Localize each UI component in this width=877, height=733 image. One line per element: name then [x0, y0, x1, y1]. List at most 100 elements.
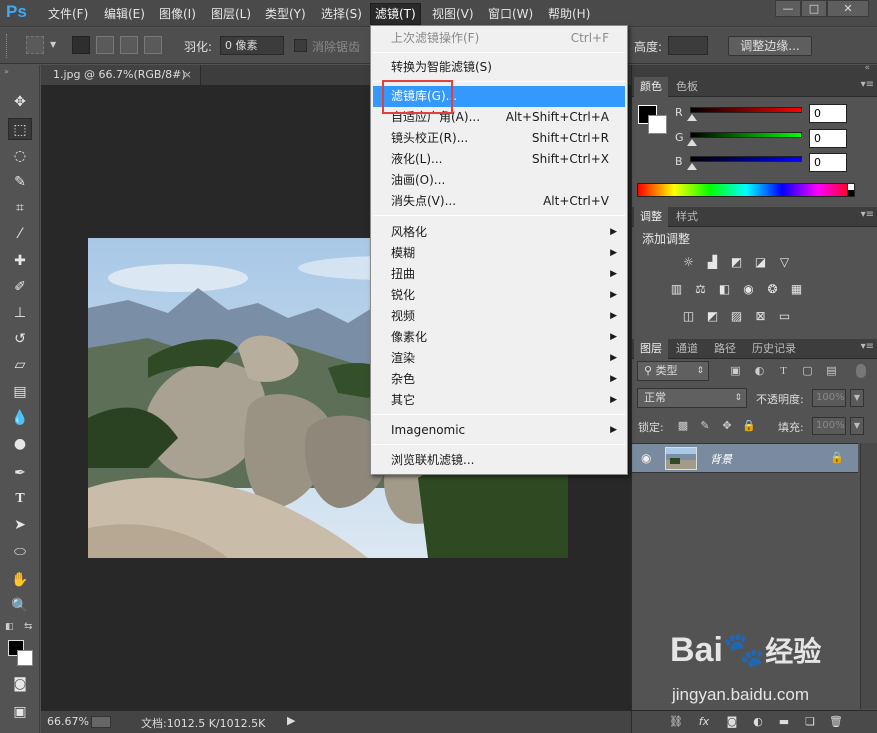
curves-icon[interactable]: ◩ — [728, 255, 745, 270]
blend-mode-select[interactable]: 正常 ⇕ — [637, 388, 747, 408]
black-white-icon[interactable]: ◧ — [716, 282, 733, 297]
quick-mask-icon[interactable]: ◙ — [8, 673, 32, 695]
menu-item-last-filter[interactable]: 上次滤镜操作(F) Ctrl+F — [373, 28, 625, 49]
tab-paths[interactable]: 路径 — [708, 339, 742, 359]
tab-swatches[interactable]: 色板 — [670, 77, 704, 97]
levels-icon[interactable]: ▟ — [704, 255, 721, 270]
dodge-tool-icon[interactable]: ● — [8, 433, 32, 455]
filter-shape-icon[interactable]: ▢ — [800, 364, 815, 378]
menu-image[interactable]: 图像(I) — [155, 5, 200, 23]
green-slider-thumb[interactable] — [687, 139, 697, 146]
tab-layers[interactable]: 图层 — [634, 339, 668, 359]
menu-item-video[interactable]: 视频 ▶ — [373, 306, 625, 327]
tab-styles[interactable]: 样式 — [670, 207, 704, 227]
menu-item-other[interactable]: 其它 ▶ — [373, 390, 625, 411]
eraser-tool-icon[interactable]: ▱ — [8, 354, 32, 376]
color-lookup-icon[interactable]: ▦ — [788, 282, 805, 297]
filter-toggle[interactable] — [856, 364, 866, 378]
filter-smart-icon[interactable]: ▤ — [824, 364, 839, 378]
gradient-tool-icon[interactable]: ▤ — [8, 381, 32, 403]
gradient-map-icon[interactable]: ▭ — [776, 309, 793, 324]
menu-item-sharpen[interactable]: 锐化 ▶ — [373, 285, 625, 306]
document-tab[interactable]: 1.jpg @ 66.7%(RGB/8#) × — [41, 65, 201, 85]
red-value[interactable]: 0 — [809, 104, 847, 123]
subtract-selection-icon[interactable] — [120, 36, 138, 54]
menu-help[interactable]: 帮助(H) — [544, 5, 594, 23]
tab-color[interactable]: 颜色 — [634, 77, 668, 97]
selective-color-icon[interactable]: ⊠ — [752, 309, 769, 324]
menu-item-stylize[interactable]: 风格化 ▶ — [373, 222, 625, 243]
collapse-icon[interactable]: » — [4, 67, 9, 76]
blue-slider-thumb[interactable] — [687, 163, 697, 170]
brush-tool-icon[interactable]: ✐ — [8, 276, 32, 298]
lock-transparent-icon[interactable]: ▩ — [676, 419, 690, 433]
status-preview-icon[interactable] — [91, 716, 111, 728]
posterize-icon[interactable]: ◩ — [704, 309, 721, 324]
red-slider-thumb[interactable] — [687, 114, 697, 121]
menu-filter[interactable]: 滤镜(T) — [370, 3, 421, 25]
lock-all-icon[interactable]: 🔒 — [742, 419, 756, 433]
green-slider[interactable] — [690, 132, 802, 138]
fill-dropdown[interactable]: ▼ — [850, 417, 864, 435]
lasso-tool-icon[interactable]: ◌ — [8, 145, 32, 167]
marquee-preset-icon[interactable] — [26, 36, 44, 54]
color-spectrum[interactable] — [637, 183, 855, 197]
hand-tool-icon[interactable]: ✋ — [8, 569, 32, 591]
tab-adjustments[interactable]: 调整 — [634, 207, 668, 227]
menu-edit[interactable]: 编辑(E) — [100, 5, 149, 23]
photo-filter-icon[interactable]: ◉ — [740, 282, 757, 297]
refine-edge-button[interactable]: 调整边缘... — [728, 36, 812, 56]
visibility-eye-icon[interactable]: ◉ — [641, 451, 651, 465]
panel-menu-icon[interactable]: ▾≡ — [861, 79, 874, 90]
swap-colors-icon[interactable]: ⇆ — [24, 621, 32, 632]
new-selection-icon[interactable] — [72, 36, 90, 54]
menu-select[interactable]: 选择(S) — [317, 5, 366, 23]
invert-icon[interactable]: ◫ — [680, 309, 697, 324]
maximize-button[interactable]: □ — [801, 0, 827, 17]
eyedropper-tool-icon[interactable]: ⁄ — [8, 223, 32, 245]
history-brush-icon[interactable]: ↺ — [8, 328, 32, 350]
minimize-button[interactable]: — — [775, 0, 801, 17]
close-button[interactable]: ✕ — [827, 0, 869, 17]
menu-file[interactable]: 文件(F) — [44, 5, 92, 23]
tab-channels[interactable]: 通道 — [670, 339, 704, 359]
antialias-checkbox[interactable] — [294, 39, 307, 52]
opacity-input[interactable]: 100% — [812, 389, 846, 407]
intersect-selection-icon[interactable] — [144, 36, 162, 54]
filter-adjustment-icon[interactable]: ◐ — [752, 364, 767, 378]
path-select-icon[interactable]: ➤ — [8, 514, 32, 536]
marquee-tool-icon[interactable]: ⬚ — [8, 118, 32, 140]
menu-item-oil-paint[interactable]: 油画(O)... — [373, 170, 625, 191]
channel-mixer-icon[interactable]: ❂ — [764, 282, 781, 297]
layer-row-background[interactable]: ◉ 背景 🔒 — [632, 443, 858, 473]
exposure-icon[interactable]: ◪ — [752, 255, 769, 270]
ellipse-tool-icon[interactable]: ⬭ — [8, 541, 32, 563]
zoom-level[interactable]: 66.67% — [47, 715, 89, 728]
spectrum-black-white[interactable] — [847, 183, 855, 197]
threshold-icon[interactable]: ▨ — [728, 309, 745, 324]
opacity-dropdown[interactable]: ▼ — [850, 389, 864, 407]
green-value[interactable]: 0 — [809, 129, 847, 148]
blue-slider[interactable] — [690, 156, 802, 162]
layer-filter-select[interactable]: ⚲ 类型 ⇕ — [637, 361, 709, 381]
lock-paint-icon[interactable]: ✎ — [698, 419, 712, 433]
filter-type-icon[interactable]: T — [776, 364, 791, 378]
move-tool-icon[interactable]: ✥ — [8, 91, 32, 113]
lock-position-icon[interactable]: ✥ — [720, 419, 734, 433]
background-color[interactable] — [17, 650, 33, 666]
menu-item-noise[interactable]: 杂色 ▶ — [373, 369, 625, 390]
blur-tool-icon[interactable]: 💧 — [8, 407, 32, 429]
menu-window[interactable]: 窗口(W) — [484, 5, 537, 23]
crop-tool-icon[interactable]: ⌗ — [8, 197, 32, 219]
zoom-tool-icon[interactable]: 🔍 — [8, 595, 32, 617]
status-menu-arrow[interactable]: ▶ — [287, 714, 295, 727]
menu-view[interactable]: 视图(V) — [428, 5, 478, 23]
menu-item-blur[interactable]: 模糊 ▶ — [373, 243, 625, 264]
type-tool-icon[interactable]: T — [8, 488, 32, 510]
blue-value[interactable]: 0 — [809, 153, 847, 172]
menu-item-pixelate[interactable]: 像素化 ▶ — [373, 327, 625, 348]
menu-item-vanishing-point[interactable]: 消失点(V)... Alt+Ctrl+V — [373, 191, 625, 212]
fill-input[interactable]: 100% — [812, 417, 846, 435]
color-panel-background[interactable] — [648, 115, 667, 134]
panel-menu-icon[interactable]: ▾≡ — [861, 209, 874, 220]
